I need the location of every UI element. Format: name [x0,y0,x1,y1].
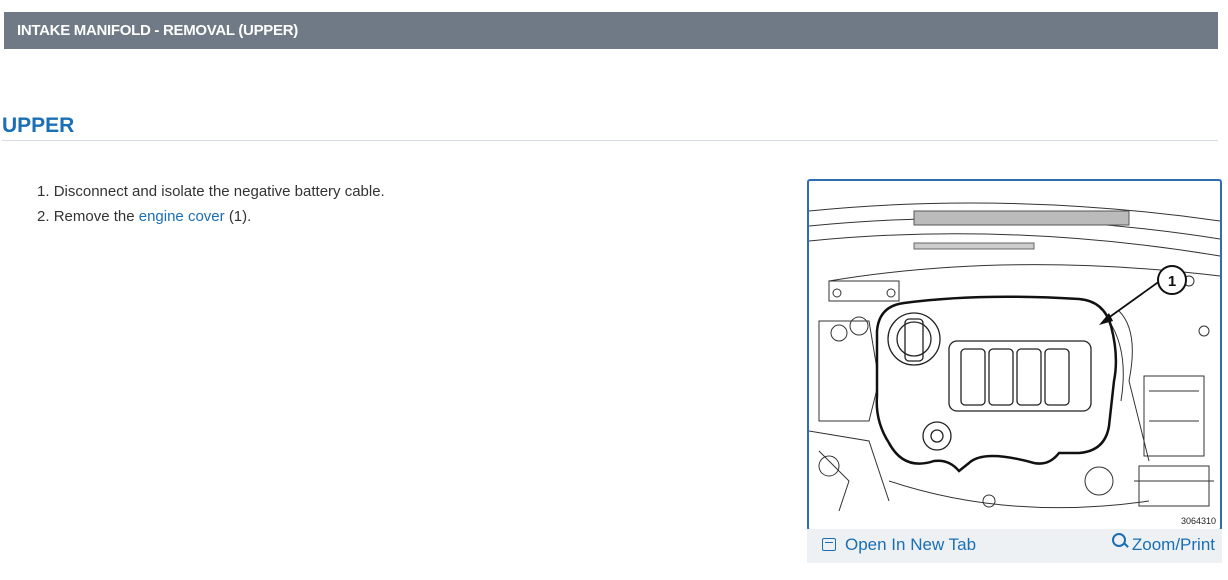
page-header-bar: INTAKE MANIFOLD - REMOVAL (UPPER) [4,12,1218,49]
step-number: 2. [37,208,50,225]
section-divider [2,140,1218,141]
step-item: 2. Remove the engine cover (1). [37,207,385,232]
procedure-steps: 1. Disconnect and isolate the negative b… [37,182,385,232]
step-number: 1. [37,183,50,200]
figure-footer: Open In New Tab Zoom/Print [807,529,1222,563]
zoom-print-link[interactable]: Zoom/Print [1111,533,1215,555]
engine-cover-illustration: 1 [809,202,1220,512]
zoom-print-label: Zoom/Print [1131,535,1215,554]
figure-frame[interactable]: 1 3064310 [807,179,1222,531]
section-title: UPPER [2,114,75,137]
callout-number: 1 [1168,273,1176,290]
open-in-new-tab-label: Open In New Tab [845,535,977,554]
zoom-icon [1111,533,1126,547]
step-text: Disconnect and isolate the negative batt… [53,183,385,200]
step-text: (1). [228,208,252,225]
page-header-title: INTAKE MANIFOLD - REMOVAL (UPPER) [17,22,298,39]
step-item: 1. Disconnect and isolate the negative b… [37,182,385,207]
open-in-new-tab-link[interactable]: Open In New Tab [822,535,976,555]
engine-cover-link[interactable]: engine cover [139,208,225,225]
open-new-tab-icon [822,538,836,551]
step-text: Remove the [53,208,135,225]
figure-id: 3064310 [1180,516,1216,526]
